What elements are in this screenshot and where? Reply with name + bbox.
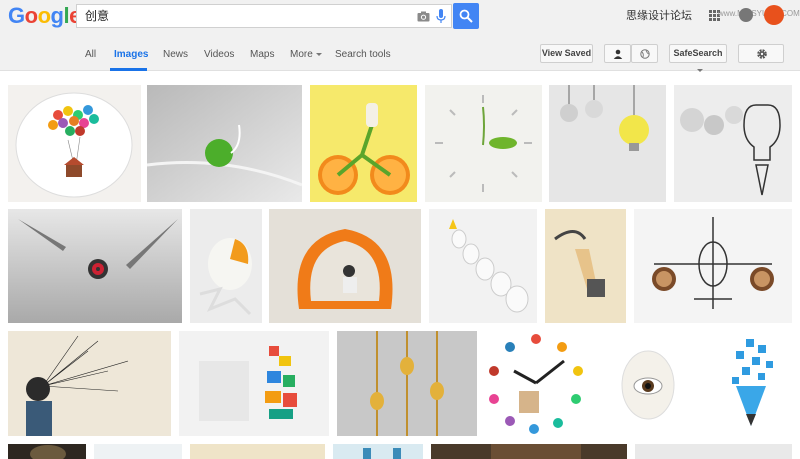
person-filter-button[interactable]	[604, 44, 631, 63]
paper-hand-cup-image	[545, 209, 626, 323]
search-icon	[459, 9, 473, 23]
logo-letter: g	[50, 3, 64, 28]
image-result[interactable]	[190, 209, 262, 323]
bookshelf-chair-image	[269, 209, 421, 323]
colorful-clock-image	[484, 331, 588, 436]
partial-image	[431, 444, 627, 459]
image-result[interactable]	[545, 209, 626, 323]
search-button[interactable]	[453, 3, 479, 29]
image-result[interactable]	[333, 444, 423, 459]
notifications-icon[interactable]	[739, 8, 753, 22]
green-apple-plug-image	[147, 85, 302, 202]
image-result[interactable]	[179, 331, 329, 436]
microphone-icon[interactable]	[436, 9, 446, 24]
chevron-down-icon	[315, 52, 322, 56]
logo-letter: o	[24, 3, 38, 28]
coffee-airplane-image	[634, 209, 792, 323]
logo-letter: G	[8, 3, 25, 28]
tab-search-tools[interactable]: Search tools	[335, 49, 391, 61]
partial-image	[333, 444, 423, 459]
image-result[interactable]	[8, 444, 86, 459]
balloon-house-plate-image	[8, 85, 141, 202]
partial-image	[190, 444, 325, 459]
lightbulb-drawing-image	[674, 85, 792, 202]
lego-chair-image	[179, 331, 329, 436]
tab-all[interactable]: All	[85, 49, 96, 61]
image-result[interactable]	[596, 331, 698, 436]
top-bar: Google 创意 思缘设计论坛 www.MISSYUAN.COM All Im…	[0, 0, 800, 73]
seed-clock-image	[425, 85, 542, 202]
globe-icon	[640, 49, 650, 59]
image-result[interactable]	[8, 85, 141, 202]
tab-images[interactable]: Images	[114, 49, 148, 61]
image-results-grid	[0, 72, 800, 459]
partial-image	[635, 444, 792, 459]
view-saved-button[interactable]: View Saved	[540, 44, 593, 63]
avatar[interactable]	[764, 5, 784, 25]
image-result[interactable]	[269, 209, 421, 323]
partial-image	[94, 444, 182, 459]
tab-news[interactable]: News	[163, 49, 188, 61]
image-result[interactable]	[337, 331, 477, 436]
google-logo[interactable]: Google	[8, 3, 81, 29]
safesearch-label: SafeSearch	[673, 48, 723, 58]
image-result[interactable]	[674, 85, 792, 202]
settings-button[interactable]	[738, 44, 784, 63]
orange-bicycle-image	[310, 85, 417, 202]
image-result[interactable]	[634, 209, 792, 323]
tab-maps[interactable]: Maps	[250, 49, 274, 61]
lightbulb-pencils-image	[429, 209, 537, 323]
image-result[interactable]	[484, 331, 588, 436]
user-name-link[interactable]: 思缘设计论坛	[626, 9, 692, 22]
partial-image	[8, 444, 86, 459]
camera-icon[interactable]	[417, 10, 430, 23]
pencil-icons-image	[706, 331, 792, 436]
golden-spoons-image	[337, 331, 477, 436]
safesearch-button[interactable]: SafeSearch	[669, 44, 727, 73]
search-input[interactable]: 创意	[76, 4, 452, 28]
egg-eye-image	[596, 331, 698, 436]
tweezers-dartboard-image	[8, 209, 182, 323]
logo-letter: o	[37, 3, 51, 28]
image-result[interactable]	[549, 85, 666, 202]
tab-more-label: More	[290, 49, 313, 60]
site-watermark: www.MISSYUAN.COM	[718, 9, 800, 18]
globe-filter-button[interactable]	[631, 44, 658, 63]
search-query: 创意	[85, 9, 110, 23]
tab-more[interactable]: More	[290, 49, 322, 61]
image-result[interactable]	[429, 209, 537, 323]
gear-icon	[757, 49, 767, 59]
image-result[interactable]	[94, 444, 182, 459]
image-result[interactable]	[706, 331, 792, 436]
image-result[interactable]	[147, 85, 302, 202]
image-result[interactable]	[310, 85, 417, 202]
image-result[interactable]	[425, 85, 542, 202]
tab-videos[interactable]: Videos	[204, 49, 234, 61]
image-result[interactable]	[8, 209, 182, 323]
exploding-head-image	[8, 331, 171, 436]
image-result[interactable]	[635, 444, 792, 459]
image-result[interactable]	[8, 331, 171, 436]
cracked-egg-orange-image	[190, 209, 262, 323]
paper-lightbulbs-image	[549, 85, 666, 202]
image-result[interactable]	[190, 444, 325, 459]
image-result[interactable]	[431, 444, 627, 459]
person-icon	[613, 49, 623, 59]
active-tab-indicator	[110, 68, 147, 71]
